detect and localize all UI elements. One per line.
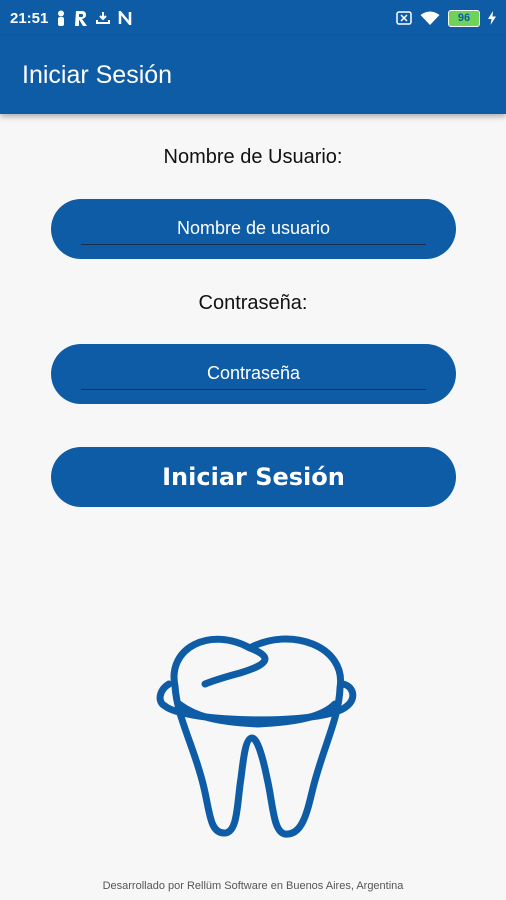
login-button[interactable]: Iniciar Sesión — [51, 447, 456, 507]
status-bar: 21:51 96 — [0, 0, 506, 36]
app-bar: Iniciar Sesión — [0, 36, 506, 114]
page-title: Iniciar Sesión — [22, 60, 173, 89]
n-app-icon — [118, 11, 132, 25]
username-label: Nombre de Usuario: — [163, 146, 343, 168]
username-field-container — [51, 199, 456, 259]
battery-icon: 96 — [448, 9, 480, 27]
username-input[interactable] — [81, 209, 426, 245]
password-field-container — [51, 344, 456, 404]
status-time: 21:51 — [10, 9, 49, 27]
status-right: 96 — [396, 9, 496, 27]
password-label: Contraseña: — [198, 292, 308, 314]
r-app-icon — [74, 10, 88, 27]
status-left: 21:51 — [10, 10, 132, 27]
download-icon — [96, 11, 111, 25]
tooth-icon — [156, 635, 357, 838]
person-icon — [56, 10, 66, 26]
sim-x-icon — [396, 11, 412, 25]
charging-icon — [488, 11, 496, 25]
footer-credit: Desarrollado por Rellüm Software en Buen… — [102, 880, 404, 892]
wifi-icon — [420, 11, 440, 26]
password-input[interactable] — [81, 354, 426, 390]
